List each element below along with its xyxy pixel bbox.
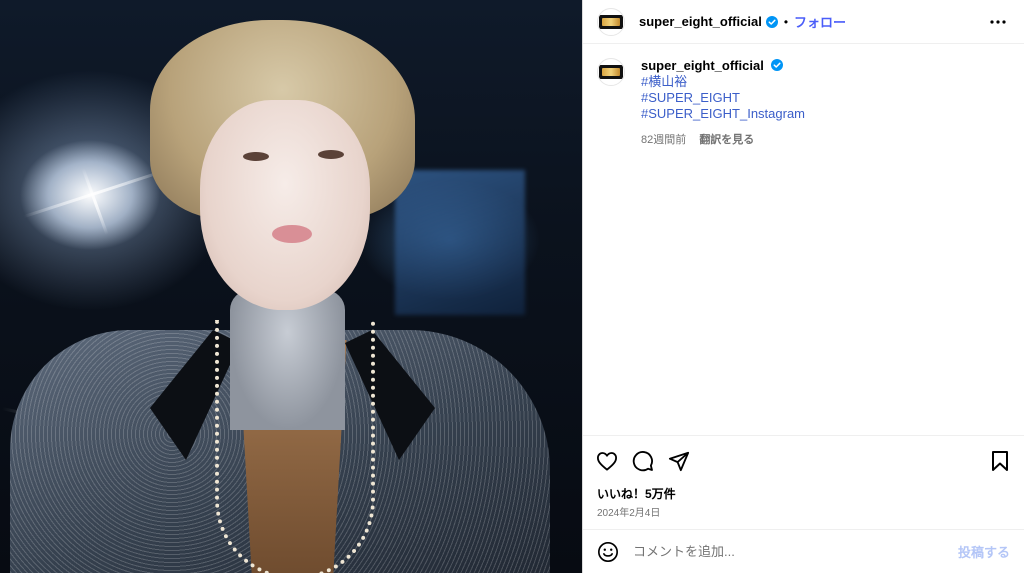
follow-button[interactable]: フォロー	[794, 12, 846, 31]
post-modal: super_eight_official • フォロー super_eight_…	[0, 0, 1024, 573]
post-photo[interactable]	[0, 0, 582, 573]
comment-bar: 投稿する	[583, 529, 1024, 573]
post-date[interactable]: 2024年2月4日	[597, 504, 660, 519]
person-face	[200, 100, 370, 310]
caption-body: super_eight_official #横山裕 #SUPER_EIGHT #…	[641, 58, 805, 148]
background-light-panel	[395, 170, 525, 315]
post-sidebar: super_eight_official • フォロー super_eight_…	[582, 0, 1024, 573]
caption-meta: 82週間前 翻訳を見る	[641, 132, 805, 148]
time-ago: 82週間前	[641, 134, 687, 146]
person-eye-right	[318, 150, 344, 159]
like-heart-icon[interactable]	[595, 449, 619, 473]
avatar[interactable]	[597, 58, 625, 86]
comment-bubble-icon[interactable]	[631, 449, 655, 473]
comment-input[interactable]	[633, 544, 958, 559]
hashtag-link[interactable]: #横山裕	[641, 74, 805, 90]
caption-username[interactable]: super_eight_official	[641, 58, 764, 73]
super-eight-logo	[599, 14, 623, 29]
action-bar	[583, 435, 1024, 485]
verified-badge-icon	[765, 15, 778, 28]
caption: super_eight_official #横山裕 #SUPER_EIGHT #…	[583, 44, 1024, 148]
share-paper-plane-icon[interactable]	[667, 449, 691, 473]
person-eye-left	[243, 152, 269, 161]
hashtag-link[interactable]: #SUPER_EIGHT	[641, 90, 805, 106]
emoji-icon[interactable]	[597, 541, 619, 563]
lens-flare	[81, 168, 109, 235]
header-username[interactable]: super_eight_official	[639, 14, 762, 29]
more-options-icon[interactable]	[986, 10, 1010, 34]
hashtag-link[interactable]: #SUPER_EIGHT_Instagram	[641, 106, 805, 122]
post-header: super_eight_official • フォロー	[583, 0, 1024, 44]
verified-badge-icon	[771, 59, 784, 71]
person-lips	[272, 225, 312, 243]
likes-count[interactable]: いいね！5万件	[597, 485, 676, 502]
pearl-necklace	[215, 320, 375, 573]
separator-dot: •	[783, 14, 789, 29]
super-eight-logo	[599, 65, 623, 79]
avatar[interactable]	[597, 7, 625, 36]
lens-flare	[23, 168, 167, 219]
post-comment-button[interactable]: 投稿する	[958, 542, 1010, 561]
save-bookmark-icon[interactable]	[988, 449, 1012, 473]
translate-button[interactable]: 翻訳を見る	[699, 134, 754, 146]
